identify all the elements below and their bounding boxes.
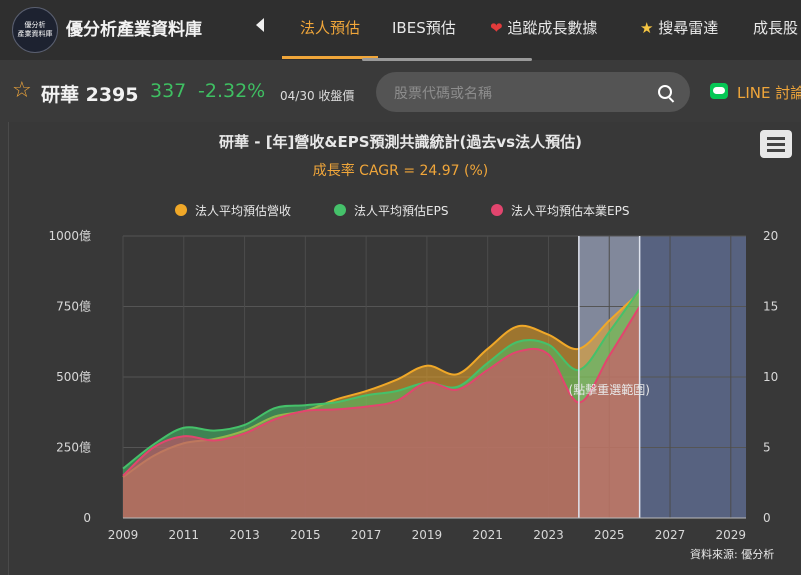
y-right-tick-label: 5 bbox=[763, 441, 771, 455]
x-tick-label: 2009 bbox=[108, 528, 139, 542]
y-right-tick-label: 10 bbox=[763, 370, 778, 384]
reselect-range-hint: (點擊重選範圍) bbox=[569, 382, 650, 397]
x-tick-label: 2027 bbox=[655, 528, 686, 542]
x-tick-label: 2013 bbox=[229, 528, 260, 542]
x-tick-label: 2011 bbox=[169, 528, 200, 542]
y-left-tick-label: 1000億 bbox=[48, 229, 91, 243]
x-tick-label: 2015 bbox=[290, 528, 321, 542]
x-tick-label: 2029 bbox=[716, 528, 747, 542]
y-right-tick-label: 15 bbox=[763, 300, 778, 314]
y-left-tick-label: 250億 bbox=[56, 441, 91, 455]
series-area-core-eps bbox=[123, 306, 640, 518]
chart-plot[interactable]: 0 250億 500億 750億 1000億 0 5 10 15 20 2009 2011 2013 20… bbox=[0, 0, 801, 575]
data-source: 資料來源: 優分析 bbox=[690, 548, 775, 561]
y-right-tick-label: 20 bbox=[763, 229, 778, 243]
x-tick-label: 2017 bbox=[351, 528, 382, 542]
x-tick-label: 2021 bbox=[472, 528, 503, 542]
x-tick-label: 2025 bbox=[594, 528, 625, 542]
x-tick-label: 2019 bbox=[412, 528, 443, 542]
x-tick-label: 2023 bbox=[533, 528, 564, 542]
y-left-tick-label: 750億 bbox=[56, 300, 91, 314]
y-left-tick-label: 0 bbox=[83, 511, 91, 525]
y-right-tick-label: 0 bbox=[763, 511, 771, 525]
y-left-tick-label: 500億 bbox=[56, 370, 91, 384]
